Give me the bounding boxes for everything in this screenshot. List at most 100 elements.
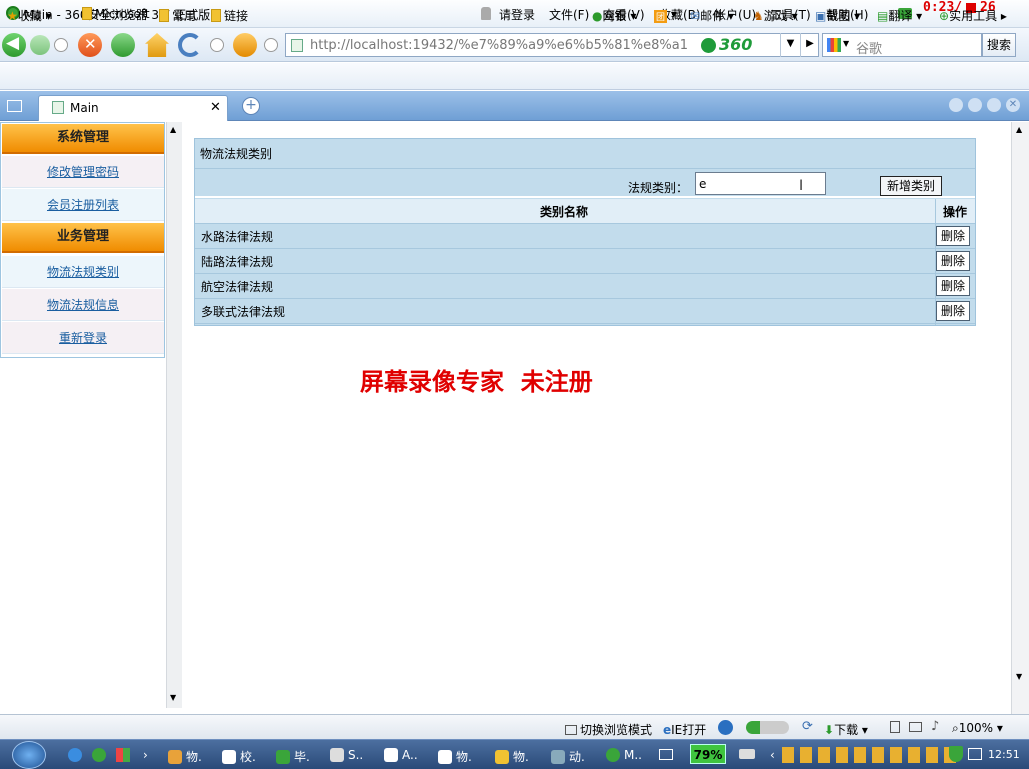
tool-screenshot[interactable]: ▣截图 ▾ [815, 7, 860, 24]
category-name: 陆路法律法规 [201, 255, 274, 269]
go-icon[interactable]: ▶ [800, 33, 819, 57]
taskbar-item[interactable]: M.. [606, 748, 642, 762]
quicklaunch-windows-icon[interactable] [116, 748, 130, 762]
address-bar[interactable]: http://localhost:19432/%e7%89%a9%e6%b5%8… [285, 33, 819, 57]
favorite-microsoft[interactable]: Microsoft [82, 7, 150, 21]
sidebar-toggle-icon[interactable] [7, 100, 22, 112]
tab-scroll-left-icon[interactable] [949, 98, 963, 112]
delete-button[interactable]: 删除 [936, 301, 970, 321]
quicklaunch-360-icon[interactable] [92, 748, 106, 762]
quicklaunch-ie-icon[interactable] [68, 748, 82, 762]
taskbar-item[interactable]: 物. [168, 748, 202, 765]
sidebar-scrollbar[interactable]: ▲ ▼ [166, 122, 182, 708]
taskbar-item[interactable]: 校. [222, 748, 256, 765]
undo-icon[interactable] [178, 33, 202, 57]
scroll-up-icon[interactable]: ▲ [170, 125, 176, 134]
document-icon[interactable] [890, 721, 900, 733]
sidebar-item-law-info[interactable]: 物流法规信息 [2, 289, 164, 321]
start-button-icon[interactable] [12, 741, 46, 769]
search-button[interactable]: 搜索 [982, 33, 1016, 57]
refresh-icon[interactable] [111, 33, 135, 57]
ie-logo-icon[interactable] [718, 720, 733, 735]
folder-icon [82, 7, 92, 20]
table-row: 航空法律法规 删除 [195, 274, 975, 299]
back-arrow-glyph: ◀ [6, 33, 20, 53]
favorites-bar [0, 63, 1029, 90]
address-url[interactable]: http://localhost:19432/%e7%89%a9%e6%b5%8… [310, 38, 690, 53]
sidebar-group-business[interactable]: 业务管理 [2, 223, 164, 253]
main-scrollbar[interactable]: ▲ ▼ [1011, 122, 1029, 714]
address-dropdown-icon[interactable]: ▼ [780, 33, 800, 57]
favorites-menu[interactable]: ★收藏 ▾ [7, 7, 52, 24]
network-icon[interactable] [968, 748, 982, 760]
tool-mail[interactable]: ✉邮件 ▾ [690, 7, 734, 24]
tool-games[interactable]: ♞游戏 ▾ [753, 7, 798, 24]
sidebar-group-system[interactable]: 系统管理 [2, 124, 164, 154]
stop-x-glyph: ✕ [84, 35, 97, 53]
word-icon [438, 750, 452, 764]
app-icon [330, 748, 344, 762]
download-button[interactable]: ⬇下载 ▾ [824, 721, 868, 738]
column-action: 操作 [943, 205, 968, 219]
clock: 12:51 [988, 748, 1020, 761]
keyboard-icon[interactable] [659, 749, 673, 760]
search-box[interactable]: ▼ 谷歌 [822, 33, 982, 57]
paw-icon[interactable] [233, 33, 257, 57]
favorite-links[interactable]: 链接 [211, 7, 248, 24]
taskbar-item[interactable]: 物. [438, 748, 472, 765]
scroll-down-icon[interactable]: ▼ [1016, 672, 1022, 681]
shield-icon[interactable] [949, 746, 963, 762]
zoom-icon: ⌕ [952, 721, 959, 735]
refresh-small-icon[interactable]: ⟳ [802, 719, 813, 734]
delete-button[interactable]: 删除 [936, 276, 970, 296]
power-plug-icon [739, 749, 755, 759]
taskbar-item[interactable]: 毕. [276, 748, 310, 765]
taskbar-item-label: M.. [624, 748, 642, 762]
window-small-icon[interactable] [909, 722, 922, 732]
switch-mode-label: 切换浏览模式 [580, 723, 653, 737]
favorite-common[interactable]: 常用 [159, 7, 196, 24]
speaker-icon[interactable]: ♪ [931, 719, 939, 734]
taskbar-item[interactable]: S.. [330, 748, 363, 762]
tab-main-label: Main [70, 101, 99, 115]
sidebar-item-change-password[interactable]: 修改管理密码 [2, 156, 164, 188]
taskbar-expand-icon[interactable]: › [143, 748, 148, 762]
history-dropdown-icon[interactable] [54, 38, 68, 52]
delete-button[interactable]: 删除 [936, 251, 970, 271]
undo-dropdown-icon[interactable] [210, 38, 224, 52]
new-tab-icon[interactable]: + [242, 97, 260, 115]
sidebar-item-law-categories[interactable]: 物流法规类别 [2, 256, 164, 288]
sidebar-item-member-list[interactable]: 会员注册列表 [2, 189, 164, 221]
tab-main[interactable]: Main ✕ [38, 95, 228, 121]
paw-dropdown-icon[interactable] [264, 38, 278, 52]
scroll-down-icon[interactable]: ▼ [170, 693, 176, 702]
menu-file[interactable]: 文件(F) [549, 6, 589, 23]
speed-toggle-icon[interactable] [746, 721, 789, 734]
taskbar-item[interactable]: 动. [551, 748, 585, 765]
category-input[interactable] [695, 172, 826, 195]
tool-group-buy[interactable]: 团 ▾ [654, 7, 677, 23]
tool-translate[interactable]: ▤翻译 ▾ [877, 7, 922, 24]
tab-list-icon[interactable] [987, 98, 1001, 112]
close-all-tabs-icon[interactable]: ✕ [1006, 98, 1020, 112]
tab-scroll-right-icon[interactable] [968, 98, 982, 112]
search-engine-dropdown-icon[interactable]: ▼ [843, 39, 849, 48]
close-tab-icon[interactable]: ✕ [210, 100, 221, 115]
tray-expand-icon[interactable]: ‹ [770, 748, 775, 762]
taskbar-item[interactable]: 物. [495, 748, 529, 765]
tool-utilities[interactable]: ⊕实用工具 ▸ [939, 7, 1007, 24]
tray-icons[interactable] [782, 747, 962, 763]
taskbar-item-label: 动. [569, 750, 585, 764]
zoom-control[interactable]: ⌕100% ▾ [952, 721, 1003, 736]
tool-bank[interactable]: ●网银 ▾ [592, 7, 636, 24]
add-category-button[interactable]: 新增类别 [880, 176, 942, 196]
switch-mode-button[interactable]: 切换浏览模式 [565, 721, 652, 738]
ie-open-button[interactable]: eIE打开 [663, 721, 706, 738]
sidebar-item-relogin[interactable]: 重新登录 [2, 322, 164, 354]
google-icon [827, 38, 841, 52]
taskbar-item[interactable]: A.. [384, 748, 418, 762]
delete-button[interactable]: 删除 [936, 226, 970, 246]
forward-icon[interactable] [30, 35, 50, 55]
login-link[interactable]: 请登录 [499, 6, 535, 23]
scroll-up-icon[interactable]: ▲ [1016, 125, 1022, 134]
